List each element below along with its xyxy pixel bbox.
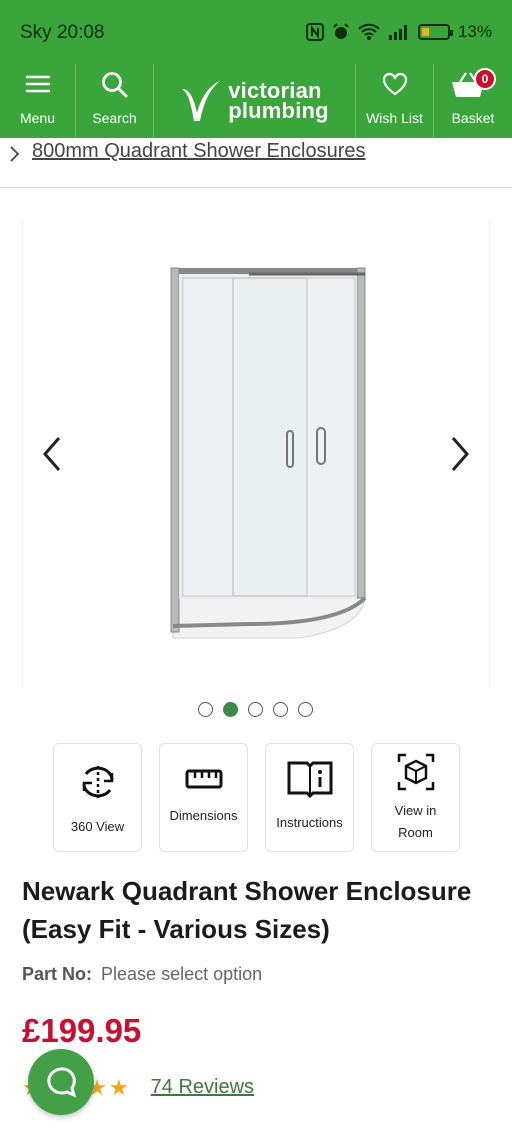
logo-link[interactable]: victorian plumbing xyxy=(154,64,356,138)
gallery-dot[interactable] xyxy=(273,702,288,717)
feature-tile-instructions[interactable]: Instructions xyxy=(265,743,354,852)
gallery-dot[interactable] xyxy=(223,702,238,717)
gallery-pagination xyxy=(198,702,313,717)
signal-icon xyxy=(388,25,407,40)
search-label: Search xyxy=(92,110,137,126)
alarm-icon xyxy=(333,23,349,39)
product-image xyxy=(170,267,367,639)
feature-label: View in Room xyxy=(394,803,437,840)
breadcrumb: 800mm Quadrant Shower Enclosures xyxy=(0,138,512,188)
feature-tile-360-view[interactable]: 360 View xyxy=(53,743,142,852)
heart-icon xyxy=(382,72,407,96)
wifi-icon xyxy=(358,23,380,40)
feature-label: Dimensions xyxy=(169,808,238,823)
battery-icon xyxy=(417,24,453,40)
chevron-left-icon xyxy=(43,437,61,471)
menu-button[interactable]: Menu xyxy=(0,64,76,138)
book-info-icon xyxy=(287,761,332,798)
product-gallery[interactable] xyxy=(22,220,490,688)
logo-text-line2: plumbing xyxy=(228,98,329,123)
status-bar: Sky 20:08 13% xyxy=(0,0,512,64)
star-icon: ★ xyxy=(108,1074,129,1100)
status-icons: 13% xyxy=(305,22,492,42)
ar-cube-icon xyxy=(397,753,434,791)
chevron-right-icon xyxy=(451,437,469,471)
nfc-icon xyxy=(305,23,324,41)
feature-tiles: 360 View Dimensions Instructions View in… xyxy=(53,743,460,852)
part-number-label: Part No: xyxy=(22,964,93,984)
chevron-right-icon xyxy=(10,146,20,162)
status-time: Sky 20:08 xyxy=(20,22,105,43)
search-icon xyxy=(101,72,127,98)
hamburger-icon xyxy=(25,75,50,93)
logo-tick-icon xyxy=(182,81,221,121)
search-button[interactable]: Search xyxy=(76,64,154,138)
basket-count-badge: 0 xyxy=(474,68,496,90)
basket-label: Basket xyxy=(451,110,495,126)
menu-label: Menu xyxy=(19,110,56,126)
basket-button[interactable]: 0 Basket xyxy=(434,64,512,138)
gallery-prev-button[interactable] xyxy=(37,434,67,474)
gallery-next-button[interactable] xyxy=(445,434,475,474)
product-price: £199.95 xyxy=(22,1012,142,1049)
feature-tile-dimensions[interactable]: Dimensions xyxy=(159,743,248,852)
breadcrumb-link[interactable]: 800mm Quadrant Shower Enclosures xyxy=(32,140,366,163)
wishlist-button[interactable]: Wish List xyxy=(356,64,434,138)
feature-label: 360 View xyxy=(70,819,125,834)
gallery-dot[interactable] xyxy=(198,702,213,717)
wishlist-label: Wish List xyxy=(366,110,423,126)
main-nav: Menu Search victorian plumbing Wish List… xyxy=(0,64,512,138)
part-number-value: Please select option xyxy=(101,964,263,984)
feature-label: Instructions xyxy=(276,815,343,830)
chat-bubble-icon xyxy=(47,1067,77,1098)
feature-tile-view-in-room[interactable]: View in Room xyxy=(371,743,460,852)
chat-button[interactable] xyxy=(28,1049,94,1115)
reviews-link[interactable]: 74 Reviews xyxy=(151,1076,254,1099)
product-title: Newark Quadrant Shower Enclosure (Easy F… xyxy=(22,876,472,944)
brand-logo: victorian plumbing xyxy=(180,79,329,123)
top-bar: Sky 20:08 13% Menu Search victorian plum… xyxy=(0,0,512,138)
battery-percent: 13% xyxy=(457,22,492,41)
part-number: Part No: Please select option xyxy=(22,964,262,985)
ruler-icon xyxy=(185,769,222,789)
gallery-dot[interactable] xyxy=(248,702,263,717)
rotate-360-icon xyxy=(82,766,113,798)
gallery-dot[interactable] xyxy=(298,702,313,717)
